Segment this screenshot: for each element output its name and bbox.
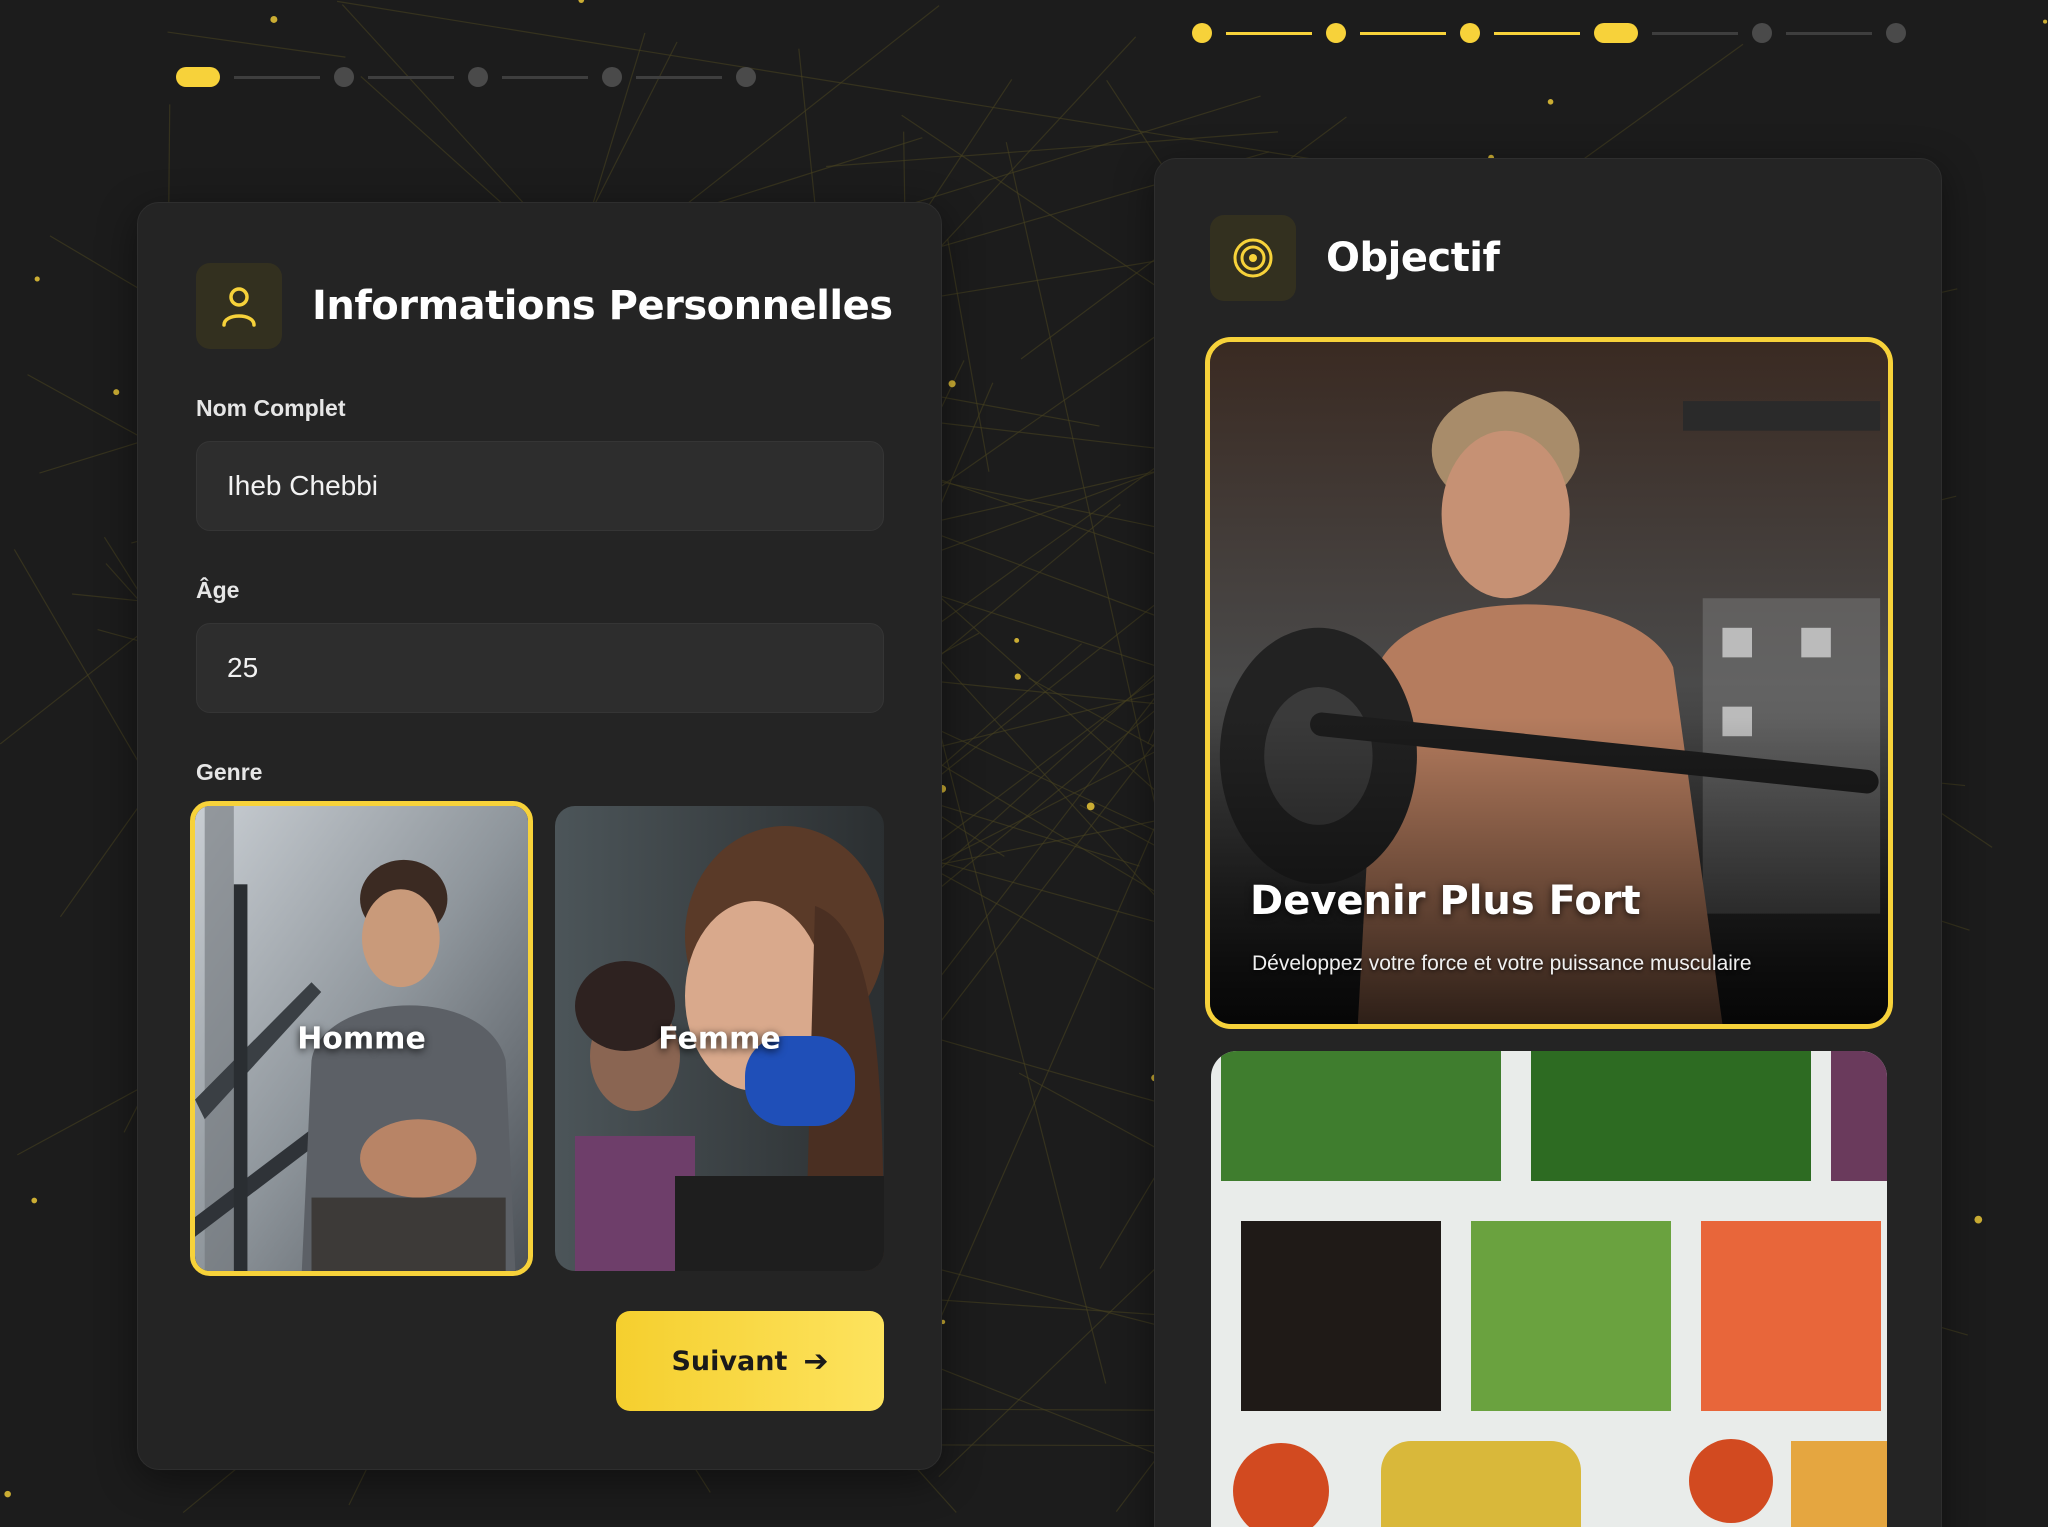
background-spark	[4, 1490, 11, 1498]
background-spark	[113, 389, 120, 396]
background-spark	[1014, 673, 1021, 680]
gender-label: Genre	[196, 759, 263, 785]
step-indicator	[1192, 23, 1212, 43]
arrow-right-icon: ➔	[803, 1343, 829, 1379]
gender-option-label: Homme	[297, 1021, 426, 1056]
age-input[interactable]	[196, 623, 884, 713]
gender-option-label: Femme	[658, 1021, 781, 1056]
next-button[interactable]: Suivant ➔	[616, 1311, 884, 1411]
card-title: Informations Personnelles	[312, 283, 893, 329]
background-line	[947, 238, 990, 472]
background-spark	[2043, 19, 2048, 24]
background-spark	[1086, 802, 1095, 811]
step-connector	[502, 75, 588, 79]
background-spark	[1974, 1215, 1983, 1224]
step-connector	[1494, 31, 1580, 35]
goal-option-nutrition[interactable]	[1211, 1051, 1887, 1527]
step-connector	[636, 75, 722, 79]
background-spark	[578, 0, 585, 3]
background-spark	[1014, 638, 1020, 643]
card-title: Objectif	[1326, 235, 1500, 281]
step-indicator	[334, 67, 354, 87]
step-connector	[234, 75, 320, 79]
background-spark	[270, 15, 278, 23]
background-spark	[1547, 99, 1554, 105]
goal-card-panel: Objectif Devenir Plus Fort Développez vo…	[1154, 158, 1942, 1527]
age-label: Âge	[196, 577, 240, 603]
gender-option-femme[interactable]: Femme	[555, 806, 884, 1271]
background-spark	[948, 380, 956, 388]
goal-description: Développez votre force et votre puissanc…	[1252, 952, 1752, 975]
goal-option-strength[interactable]: Devenir Plus Fort Développez votre force…	[1205, 337, 1893, 1029]
progress-stepper-left	[176, 67, 756, 87]
step-indicator-active	[1594, 23, 1638, 43]
card-header: Objectif	[1210, 215, 1500, 301]
step-connector	[368, 75, 454, 79]
step-connector	[1360, 31, 1446, 35]
step-connector	[1652, 31, 1738, 35]
gender-option-homme[interactable]: Homme	[190, 801, 533, 1276]
step-indicator	[468, 67, 488, 87]
vegetables-photo	[1211, 1051, 1887, 1527]
user-icon	[196, 263, 282, 349]
step-indicator	[1886, 23, 1906, 43]
personal-info-card: Informations Personnelles Nom Complet Âg…	[137, 202, 942, 1470]
step-indicator-active	[176, 67, 220, 87]
background-spark	[31, 1197, 38, 1204]
name-label: Nom Complet	[196, 395, 346, 421]
goal-title: Devenir Plus Fort	[1250, 878, 1641, 924]
step-indicator	[1326, 23, 1346, 43]
step-connector	[1786, 31, 1872, 35]
step-connector	[1226, 31, 1312, 35]
background-spark	[34, 276, 40, 282]
name-input[interactable]	[196, 441, 884, 531]
step-indicator	[1752, 23, 1772, 43]
card-header: Informations Personnelles	[196, 263, 893, 349]
next-button-label: Suivant	[671, 1345, 788, 1377]
background-line	[167, 31, 346, 58]
step-indicator	[602, 67, 622, 87]
target-icon	[1210, 215, 1296, 301]
step-indicator	[736, 67, 756, 87]
progress-stepper-right	[1192, 23, 1906, 43]
step-indicator	[1460, 23, 1480, 43]
